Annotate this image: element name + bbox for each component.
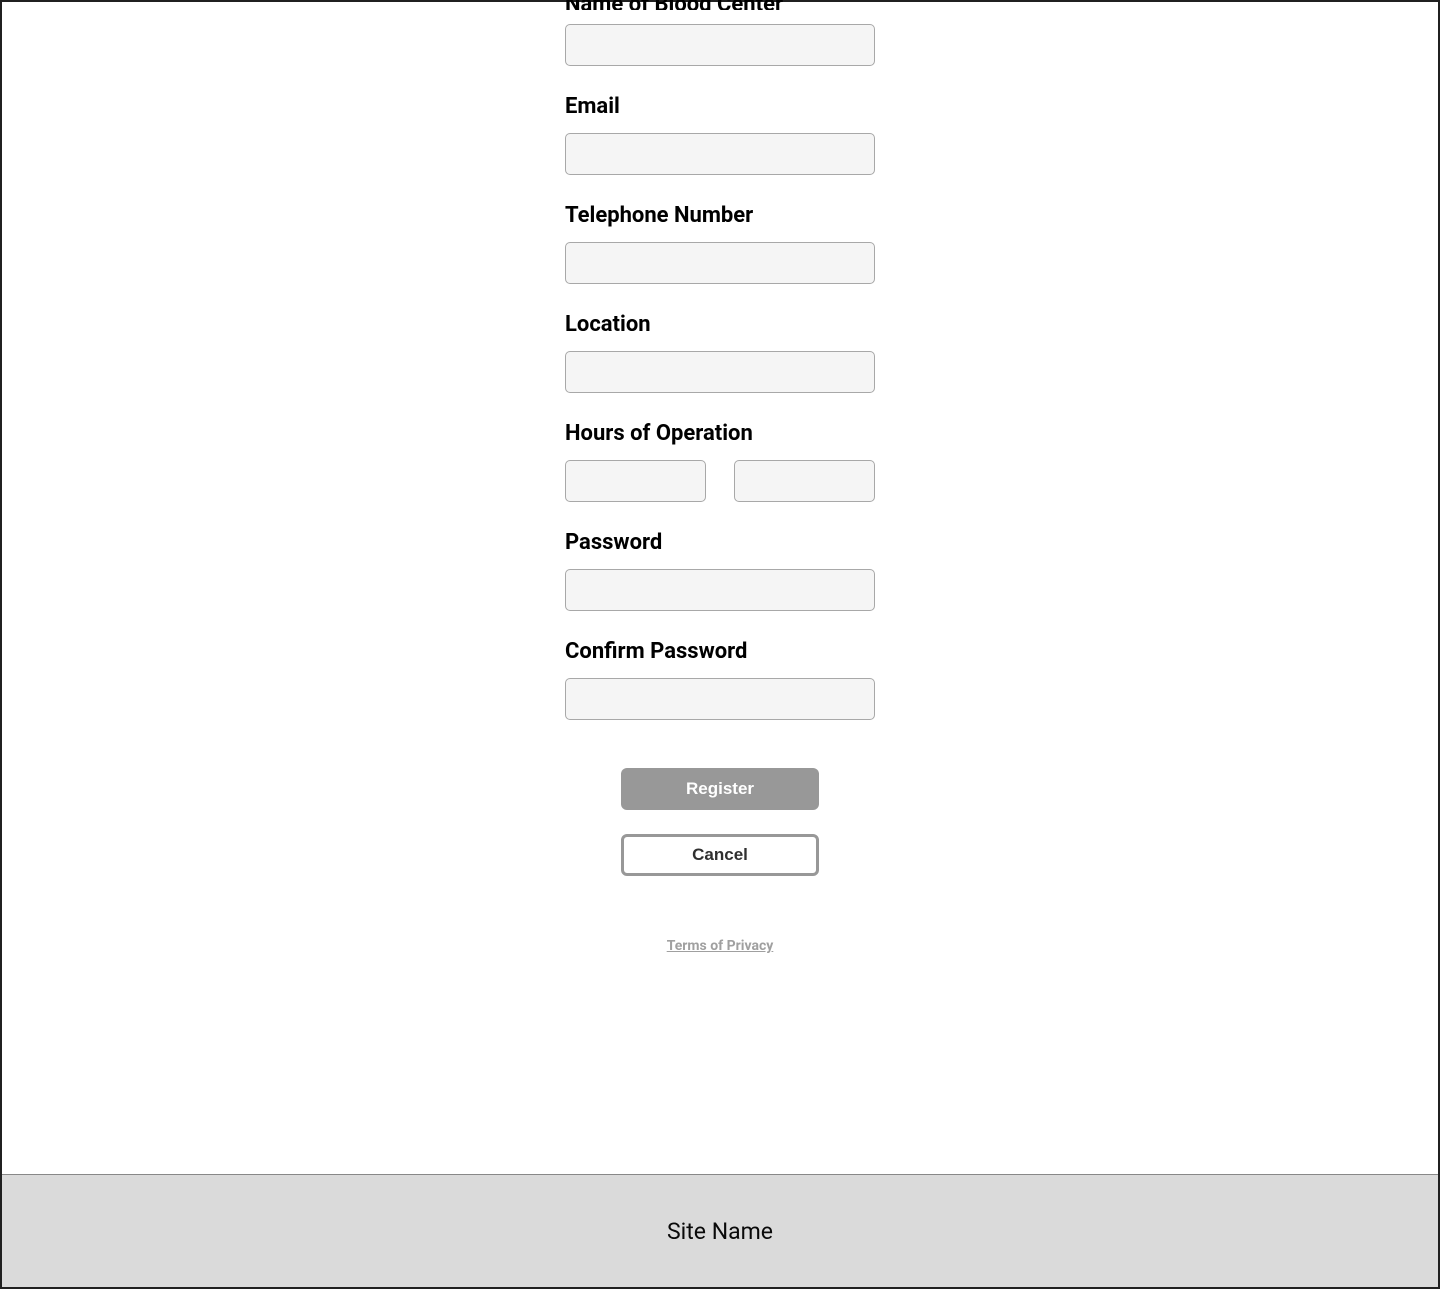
footer: Site Name: [2, 1174, 1438, 1287]
hours-group: Hours of Operation: [565, 421, 875, 502]
terms-link[interactable]: Terms of Privacy: [565, 938, 875, 954]
email-label: Email: [565, 94, 875, 119]
location-label: Location: [565, 312, 875, 337]
location-group: Location: [565, 312, 875, 393]
blood-center-name-group: Name of Blood Center: [565, 0, 875, 66]
hours-from-input[interactable]: [565, 460, 706, 502]
cancel-button[interactable]: Cancel: [621, 834, 819, 876]
hours-to-input[interactable]: [734, 460, 875, 502]
hours-label: Hours of Operation: [565, 421, 875, 446]
password-input[interactable]: [565, 569, 875, 611]
hours-row: [565, 460, 875, 502]
email-input[interactable]: [565, 133, 875, 175]
footer-site-name: Site Name: [667, 1218, 773, 1245]
password-label: Password: [565, 530, 875, 555]
password-group: Password: [565, 530, 875, 611]
telephone-label: Telephone Number: [565, 203, 875, 228]
confirm-password-group: Confirm Password: [565, 639, 875, 720]
email-group: Email: [565, 94, 875, 175]
blood-center-name-label: Name of Blood Center: [565, 0, 875, 10]
telephone-input[interactable]: [565, 242, 875, 284]
button-container: Register Cancel: [565, 768, 875, 876]
confirm-password-input[interactable]: [565, 678, 875, 720]
telephone-group: Telephone Number: [565, 203, 875, 284]
register-button[interactable]: Register: [621, 768, 819, 810]
registration-form: Name of Blood Center Email Telephone Num…: [565, 0, 875, 954]
location-input[interactable]: [565, 351, 875, 393]
blood-center-name-input[interactable]: [565, 24, 875, 66]
confirm-password-label: Confirm Password: [565, 639, 875, 664]
